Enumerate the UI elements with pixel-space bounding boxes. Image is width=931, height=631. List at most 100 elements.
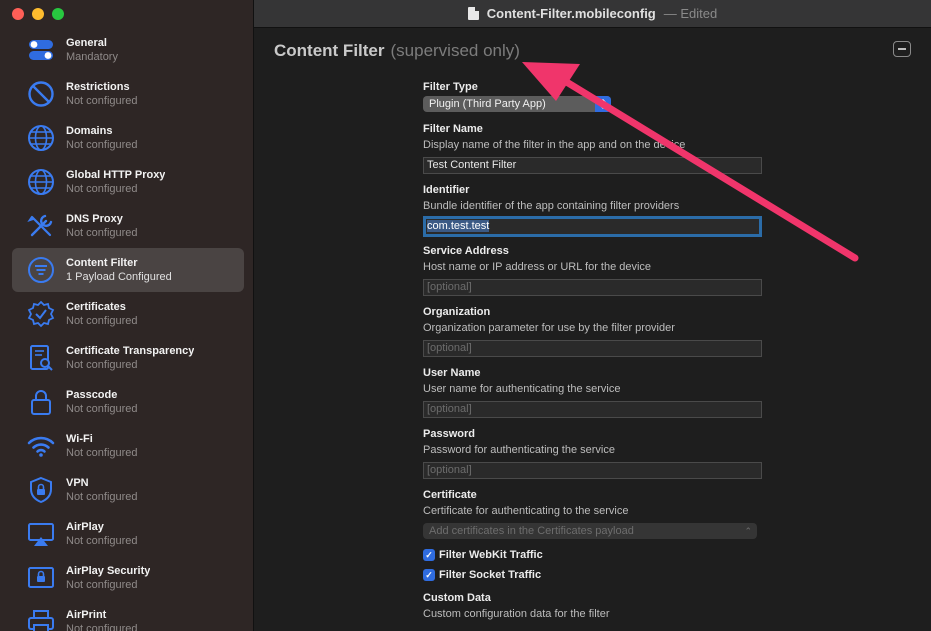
payload-editor: Content Filter (supervised only) Filter T…: [254, 28, 931, 631]
page-title: Content Filter (supervised only): [274, 41, 520, 61]
filter-webkit-checkbox[interactable]: ✓: [423, 549, 435, 561]
sidebar-item-status: Not configured: [66, 403, 138, 415]
password-section: Password Password for authenticating the…: [423, 427, 768, 488]
sidebar-item-title: AirPrint: [66, 609, 107, 621]
filter-type-label: Filter Type: [423, 81, 478, 93]
no-entry-icon: [26, 79, 56, 109]
globe-icon: [26, 167, 56, 197]
filter-socket-label: Filter Socket Traffic: [439, 569, 542, 581]
filter-webkit-label: Filter WebKit Traffic: [439, 549, 543, 561]
airplay-lock-icon: [26, 563, 56, 593]
sidebar-item-status: Not configured: [66, 579, 138, 591]
organization-section: Organization Organization parameter for …: [423, 305, 768, 366]
close-window-button[interactable]: [12, 8, 24, 20]
sidebar-item-airplay[interactable]: AirPlay Not configured: [12, 512, 244, 556]
page-title-text: Content Filter: [274, 41, 385, 60]
sidebar-item-title: DNS Proxy: [66, 213, 123, 225]
password-label: Password: [423, 428, 475, 440]
sidebar-item-vpn[interactable]: VPN Not configured: [12, 468, 244, 512]
zoom-window-button[interactable]: [52, 8, 64, 20]
identifier-description: Bundle identifier of the app containing …: [423, 200, 680, 212]
sidebar-item-title: Restrictions: [66, 81, 130, 93]
sidebar-item-title: Passcode: [66, 389, 118, 401]
certificate-label: Certificate: [423, 489, 477, 501]
edited-status: — Edited: [663, 6, 718, 21]
airplay-icon: [26, 519, 56, 549]
filter-name-section: Filter Name Display name of the filter i…: [423, 122, 768, 183]
service-address-description: Host name or IP address or URL for the d…: [423, 261, 652, 273]
sidebar-item-status: Not configured: [66, 139, 138, 151]
certificate-badge-icon: [26, 299, 56, 329]
filter-webkit-row[interactable]: ✓ Filter WebKit Traffic: [423, 545, 768, 565]
window-title: Content-Filter.mobileconfig: [486, 6, 656, 21]
sidebar-item-status: Not configured: [66, 623, 138, 631]
user-name-section: User Name User name for authenticating t…: [423, 366, 768, 427]
sidebar-item-airplay-security[interactable]: AirPlay Security Not configured: [12, 556, 244, 600]
sidebar-item-title: AirPlay Security: [66, 565, 151, 577]
sidebar-item-certificates[interactable]: Certificates Not configured: [12, 292, 244, 336]
filter-type-select[interactable]: Plugin (Third Party App): [423, 96, 611, 112]
custom-data-section: Custom Data Custom configuration data fo…: [423, 591, 768, 621]
content-filter-form: Filter Type Plugin (Third Party App) Fil…: [423, 80, 768, 621]
sidebar-item-title: Certificates: [66, 301, 126, 313]
sidebar-item-title: Certificate Transparency: [66, 345, 195, 357]
tools-icon: [26, 211, 56, 241]
service-address-section: Service Address Host name or IP address …: [423, 244, 768, 305]
organization-label: Organization: [423, 306, 491, 318]
filter-name-description: Display name of the filter in the app an…: [423, 139, 686, 151]
service-address-label: Service Address: [423, 245, 509, 257]
user-name-description: User name for authenticating the service: [423, 383, 621, 395]
window-controls: [12, 8, 64, 20]
sidebar-item-status: Not configured: [66, 447, 138, 459]
toggle-switches-icon: [26, 35, 56, 65]
sidebar-item-restrictions[interactable]: Restrictions Not configured: [12, 72, 244, 116]
sidebar-item-title: Wi-Fi: [66, 433, 93, 445]
sidebar-item-status: Not configured: [66, 183, 138, 195]
password-input[interactable]: [optional]: [423, 462, 762, 479]
sidebar-item-passcode[interactable]: Passcode Not configured: [12, 380, 244, 424]
identifier-input[interactable]: com.test.test: [423, 216, 762, 237]
sidebar-item-status: Not configured: [66, 491, 138, 503]
minimize-window-button[interactable]: [32, 8, 44, 20]
organization-input[interactable]: [optional]: [423, 340, 762, 357]
password-description: Password for authenticating the service: [423, 444, 615, 456]
sidebar-item-dns-proxy[interactable]: DNS Proxy Not configured: [12, 204, 244, 248]
sidebar-item-domains[interactable]: Domains Not configured: [12, 116, 244, 160]
sidebar-item-status: Not configured: [66, 95, 138, 107]
sidebar-item-title: General: [66, 37, 107, 49]
filter-name-input[interactable]: Test Content Filter: [423, 157, 762, 174]
sidebar-item-status: 1 Payload Configured: [66, 271, 172, 283]
filter-socket-row[interactable]: ✓ Filter Socket Traffic: [423, 565, 768, 585]
remove-payload-button[interactable]: [893, 41, 911, 57]
identifier-label: Identifier: [423, 184, 470, 196]
page-title-note: (supervised only): [390, 41, 520, 60]
sidebar-item-title: Content Filter: [66, 257, 138, 269]
sidebar-item-airprint[interactable]: AirPrint Not configured: [12, 600, 244, 631]
document-icon: [467, 7, 479, 20]
sidebar-item-status: Mandatory: [66, 51, 118, 63]
sidebar-item-general[interactable]: General Mandatory: [12, 28, 244, 72]
sidebar-item-title: Global HTTP Proxy: [66, 169, 166, 181]
sidebar-item-status: Not configured: [66, 359, 138, 371]
certificate-section: Certificate Certificate for authenticati…: [423, 488, 768, 545]
certificate-select[interactable]: Add certificates in the Certificates pay…: [423, 523, 757, 539]
custom-data-label: Custom Data: [423, 592, 491, 604]
sidebar-item-certificate-transparency[interactable]: Certificate Transparency Not configured: [12, 336, 244, 380]
globe-icon: [26, 123, 56, 153]
lock-icon: [26, 387, 56, 417]
sidebar: General Mandatory Restrictions Not confi…: [0, 0, 254, 631]
user-name-input[interactable]: [optional]: [423, 401, 762, 418]
custom-data-description: Custom configuration data for the filter: [423, 608, 610, 620]
identifier-selected-text: com.test.test: [427, 220, 490, 232]
sidebar-item-wifi[interactable]: Wi-Fi Not configured: [12, 424, 244, 468]
service-address-input[interactable]: [optional]: [423, 279, 762, 296]
filter-icon: [26, 255, 56, 285]
identifier-section: Identifier Bundle identifier of the app …: [423, 183, 768, 244]
filter-socket-checkbox[interactable]: ✓: [423, 569, 435, 581]
window-titlebar: Content-Filter.mobileconfig — Edited: [254, 0, 931, 28]
document-search-icon: [26, 343, 56, 373]
filter-type-section: Filter Type Plugin (Third Party App): [423, 80, 768, 122]
select-chevron-icon: [595, 96, 611, 112]
sidebar-item-content-filter[interactable]: Content Filter 1 Payload Configured: [12, 248, 244, 292]
sidebar-item-global-http-proxy[interactable]: Global HTTP Proxy Not configured: [12, 160, 244, 204]
